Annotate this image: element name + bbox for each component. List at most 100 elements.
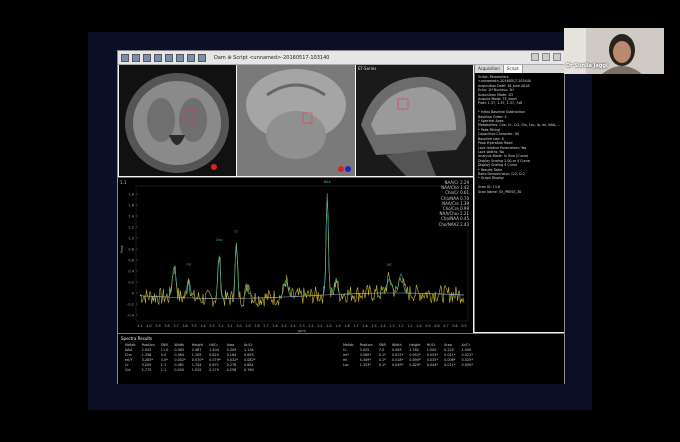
y-tick-label: 0.8 <box>128 247 134 251</box>
close-button[interactable] <box>553 53 561 61</box>
table-cell: Lac <box>343 363 349 367</box>
peak-label: Lac <box>386 263 392 267</box>
raw-spectrum-line <box>139 198 465 307</box>
script-panel: Acquisition Script Script: Parameters <un… <box>474 65 564 332</box>
peak-label: Cho <box>216 238 222 242</box>
axial-mri-image[interactable] <box>119 65 236 176</box>
sagittal-brain-picture <box>356 65 473 176</box>
y-tick-label: 0.2 <box>128 280 134 284</box>
table-row[interactable]: Lac 1.323* 0.1* 0.049* 0.820* 0.044* 0.011* 0.0… <box>340 363 476 368</box>
table-cell: 1.323* <box>359 363 371 367</box>
x-tick-label: 2.0 <box>326 324 331 328</box>
x-tick-label: 2.3 <box>299 324 304 328</box>
x-tick-label: 2.5 <box>281 324 286 328</box>
mrs-analysis-window: Dam ⊕ Script <unnamed>-20160517-103140 E… <box>117 50 565 384</box>
reset-icon[interactable] <box>187 53 195 62</box>
y-tick-label: 1.0 <box>128 236 134 240</box>
y-tick-label: 1.4 <box>128 214 134 218</box>
x-tick-label: 2.6 <box>272 324 277 328</box>
x-tick-label: 2.4 <box>290 324 295 328</box>
save-icon[interactable] <box>132 53 140 62</box>
spectra-results-panel: Spectra Results Metab Position SNR Width Hei… <box>118 333 564 384</box>
y-axis-label: Peak <box>120 244 124 253</box>
settings-icon[interactable] <box>198 53 206 62</box>
maximize-button[interactable] <box>542 53 550 61</box>
legend-item: Cho/NAA 0.45 <box>441 216 469 222</box>
window-title: Dam ⊕ Script <unnamed>-20160517-103140 <box>214 54 330 61</box>
peak-label: Cr <box>234 230 238 234</box>
tab-acquisition[interactable]: Acquisition <box>475 65 504 73</box>
table-cell: 2.775 <box>141 368 152 372</box>
x-tick-label: 1.9 <box>335 324 340 328</box>
plot-frame <box>135 185 469 322</box>
x-tick-label: 0.6 <box>452 324 457 328</box>
window-level-icon[interactable] <box>165 53 173 62</box>
x-tick-label: 0.5 <box>461 324 466 328</box>
x-tick-label: 2.1 <box>317 324 322 328</box>
x-tick-label: 2.9 <box>245 324 250 328</box>
results-table-left: Metab Position SNR Width Height Ht/Cr Area Ar/C… <box>122 343 258 373</box>
x-tick-label: 1.8 <box>344 324 349 328</box>
table-cell: 0.820* <box>409 363 421 367</box>
table-cell: 0.258 <box>226 368 237 372</box>
table-cell: 0.1* <box>378 363 386 367</box>
measure-icon[interactable] <box>176 53 184 62</box>
table-cell: 0.050 <box>174 368 185 372</box>
y-tick-label: -0.2 <box>127 302 134 306</box>
y-tick-label: -0.4 <box>127 313 135 317</box>
table-cell: 0.760 <box>243 368 254 372</box>
x-tick-label: 2.8 <box>254 324 259 328</box>
x-tick-label: 3.4 <box>200 324 205 328</box>
x-tick-label: 3.9 <box>155 324 160 328</box>
x-tick-label: 4.0 <box>146 324 151 328</box>
results-table-right: Metab Position SNR Width Height Ht/Cr Area Ar/C… <box>340 343 476 368</box>
table-cell: 0.050* <box>461 363 473 367</box>
pan-icon[interactable] <box>154 53 162 62</box>
script-parameters-list: Script: Parameters <unnamed>-20160517-103… <box>475 73 564 196</box>
coronal-mri-image[interactable] <box>237 65 355 176</box>
x-tick-label: 1.0 <box>416 324 421 328</box>
x-tick-label: 0.7 <box>443 324 448 328</box>
metabolite-ratio-legend: NAA/Cr 2.29 NAA/Cho 1.42 Cho/Cr 0.61 Cho/NA… <box>439 180 469 227</box>
coronal-brain-picture <box>237 65 355 176</box>
results-title: Spectra Results <box>121 336 153 341</box>
table-cell: 0.011* <box>444 363 456 367</box>
legend-item: Cho/NAA2 2.43 <box>438 221 469 227</box>
x-tick-label: 3.3 <box>209 324 214 328</box>
x-tick-label: 0.9 <box>425 324 430 328</box>
y-tick-label: 0.6 <box>128 258 134 262</box>
x-tick-label: 0.8 <box>434 324 439 328</box>
x-tick-label: 3.0 <box>236 324 241 328</box>
peak-label: NAA <box>324 180 332 184</box>
fitted-spectrum-line <box>139 193 465 299</box>
y-tick-label: 1.6 <box>128 203 134 207</box>
x-tick-label: 1.2 <box>398 324 403 328</box>
y-tick-label: 0.4 <box>128 269 134 273</box>
minimize-button[interactable] <box>531 53 539 61</box>
x-tick-label: 1.3 <box>389 324 394 328</box>
table-cell: 1.1 <box>160 368 167 372</box>
spectrum-panel[interactable]: 1.1 1.8 1.6 1.4 1.2 1.0 0.8 0.6 0.4 0.2 0 -0.2 -0.4 P… <box>118 177 473 333</box>
toolbar: Dam ⊕ Script <unnamed>-20160517-103140 <box>118 51 564 65</box>
x-tick-label: 1.4 <box>380 324 385 328</box>
x-tick-label: 3.2 <box>218 324 223 328</box>
webcam-overlay: Dr Sunila Jaggi <box>564 28 664 74</box>
table-cell: 0.279 <box>209 368 219 372</box>
x-tick-label: 1.5 <box>371 324 376 328</box>
table-row[interactable]: Glx 2.775 1.1 0.050 1.025 0.279 0.258 0.760 <box>122 368 258 373</box>
tab-script[interactable]: Script <box>503 65 523 73</box>
table-cell: 0.044* <box>426 363 439 367</box>
zoom-icon[interactable] <box>143 53 151 62</box>
open-icon[interactable] <box>121 53 129 62</box>
table-cell: Glx <box>125 368 131 372</box>
x-tick-label: 2.7 <box>263 324 268 328</box>
script-parameter-line: Scan Name: SV_PRESS_30 <box>478 189 522 194</box>
y-tick-label: 1.8 <box>128 192 134 196</box>
x-tick-label: 4.1 <box>137 324 142 328</box>
peak-label: mI <box>187 263 191 267</box>
axial-brain-picture <box>125 73 229 173</box>
sagittal-mri-image[interactable]: ET-Series <box>356 65 473 176</box>
y-tick-label: 1.2 <box>128 225 134 229</box>
x-tick-label: 3.8 <box>164 324 169 328</box>
window-controls <box>531 53 561 61</box>
